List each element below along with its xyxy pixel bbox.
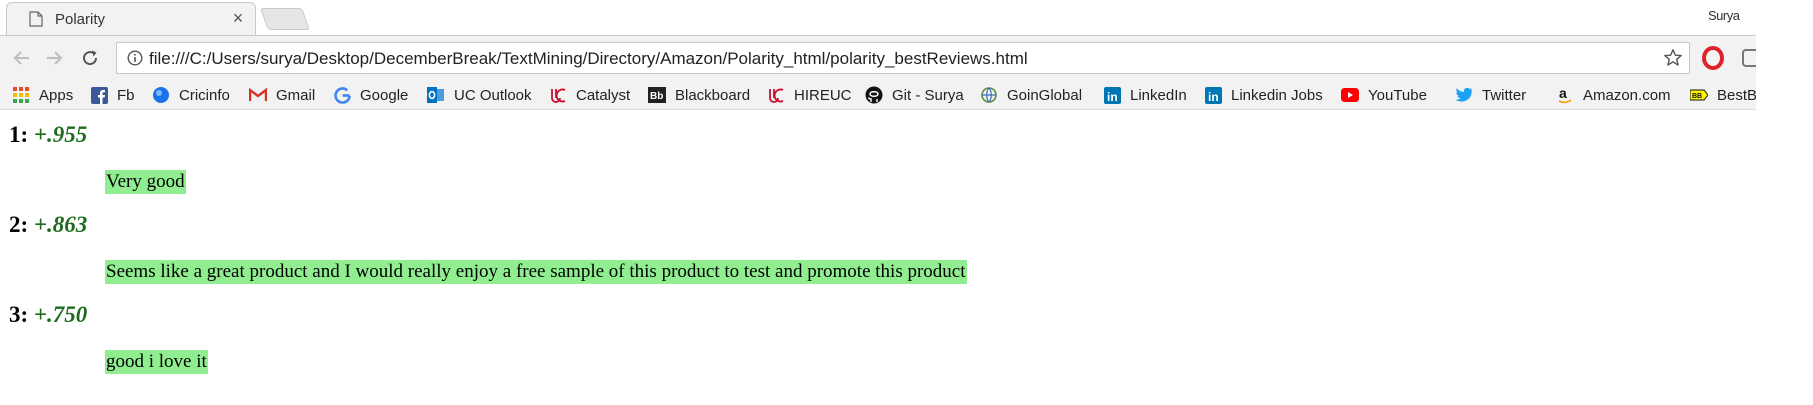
- review-score: +.955: [33, 122, 88, 147]
- tab-polarity[interactable]: Polarity ×: [6, 2, 256, 36]
- bookmark-youtube[interactable]: YouTube: [1341, 84, 1427, 106]
- bookmark-label: BestBuy: [1717, 86, 1756, 104]
- bookmark-label: Fb: [117, 86, 135, 104]
- bestbuy-icon: BB: [1690, 86, 1708, 104]
- forward-button[interactable]: [40, 44, 68, 72]
- arrow-right-icon: [47, 51, 63, 65]
- blackboard-icon: Bb: [648, 86, 666, 104]
- amazon-icon: a: [1556, 86, 1574, 104]
- svg-text:BB: BB: [1692, 93, 1702, 100]
- review-rank: 3:: [9, 302, 29, 327]
- info-icon[interactable]: [127, 50, 143, 66]
- github-icon: [865, 86, 883, 104]
- review-text: Very good: [105, 170, 186, 194]
- bookmark-twitter[interactable]: Twitter: [1455, 84, 1526, 106]
- page-content: 1: +.955 Very good 2: +.863 Seems like a…: [0, 110, 1813, 405]
- bookmark-label: LinkedIn: [1130, 86, 1187, 104]
- bookmark-label: Amazon.com: [1583, 86, 1671, 104]
- tab-strip: Polarity × Surya: [0, 0, 1756, 36]
- new-tab-button[interactable]: [259, 8, 311, 30]
- review-text: Seems like a great product and I would r…: [105, 260, 967, 284]
- toolbar: file:///C:/Users/surya/Desktop/DecemberB…: [0, 36, 1756, 80]
- svg-text:in: in: [1107, 90, 1118, 104]
- bookmarks-bar: Apps Fb Cricinfo Gmail Google UC Outlook…: [0, 80, 1756, 110]
- review-score: +.750: [33, 302, 88, 327]
- cricinfo-icon: [152, 86, 170, 104]
- bookmark-goinglobal[interactable]: GoinGlobal: [980, 84, 1082, 106]
- bookmark-git-surya[interactable]: Git - Surya: [865, 84, 964, 106]
- bookmark-label: Apps: [39, 86, 74, 104]
- bookmark-fb[interactable]: Fb: [90, 84, 135, 106]
- review-score: +.863: [33, 212, 88, 237]
- browser-window: Polarity × Surya file:///C:/Users/surya/…: [0, 0, 1813, 405]
- bookmark-label: UC Outlook: [454, 86, 532, 104]
- bookmark-label: Catalyst: [576, 86, 631, 104]
- bookmark-hireuc[interactable]: HIREUC: [767, 84, 852, 106]
- bookmark-catalyst[interactable]: Catalyst: [549, 84, 630, 106]
- apps-grid-icon: [12, 86, 30, 104]
- review-rank: 1:: [9, 122, 29, 147]
- facebook-icon: [90, 86, 108, 104]
- star-icon[interactable]: [1663, 48, 1683, 68]
- extension-icon[interactable]: [1742, 47, 1756, 69]
- bookmark-uc-outlook[interactable]: UC Outlook: [427, 84, 532, 106]
- bookmark-label: YouTube: [1368, 86, 1427, 104]
- review-text: good i love it: [105, 350, 208, 374]
- svg-text:in: in: [1208, 90, 1219, 104]
- youtube-icon: [1341, 86, 1359, 104]
- bookmark-amazon[interactable]: a Amazon.com: [1556, 84, 1671, 106]
- goinglobal-icon: [980, 86, 998, 104]
- bookmark-linkedin-jobs[interactable]: in Linkedin Jobs: [1204, 84, 1323, 106]
- address-bar[interactable]: file:///C:/Users/surya/Desktop/DecemberB…: [116, 42, 1690, 74]
- bookmark-label: Twitter: [1482, 86, 1527, 104]
- twitter-icon: [1455, 86, 1473, 104]
- bookmark-gmail[interactable]: Gmail: [249, 84, 315, 106]
- document-icon: [29, 11, 43, 27]
- uc-icon: [767, 86, 785, 104]
- bookmark-bestbuy[interactable]: BB BestBuy: [1690, 84, 1756, 106]
- bookmark-label: Git - Surya: [892, 86, 964, 104]
- bookmark-label: GoinGlobal: [1007, 86, 1083, 104]
- close-icon[interactable]: ×: [229, 9, 247, 27]
- back-button[interactable]: [8, 44, 36, 72]
- linkedin-icon: in: [1204, 86, 1222, 104]
- outlook-icon: [427, 86, 445, 104]
- bookmark-label: Google: [360, 86, 409, 104]
- reload-button[interactable]: [76, 44, 104, 72]
- svg-text:Bb: Bb: [650, 91, 663, 102]
- bookmark-label: Cricinfo: [179, 86, 230, 104]
- profile-name[interactable]: Surya: [1708, 8, 1740, 23]
- tab-title: Polarity: [55, 11, 106, 28]
- bookmark-label: Linkedin Jobs: [1231, 86, 1323, 104]
- bookmark-apps[interactable]: Apps: [12, 84, 73, 106]
- bookmark-label: Blackboard: [675, 86, 751, 104]
- review-heading: 1: +.955: [9, 122, 87, 148]
- google-icon: [333, 86, 351, 104]
- bookmark-linkedin[interactable]: in LinkedIn: [1103, 84, 1187, 106]
- review-heading: 3: +.750: [9, 302, 87, 328]
- review-rank: 2:: [9, 212, 29, 237]
- bookmark-blackboard[interactable]: Bb Blackboard: [648, 84, 750, 106]
- opera-icon[interactable]: [1702, 46, 1724, 70]
- review-heading: 2: +.863: [9, 212, 87, 238]
- bookmark-google[interactable]: Google: [333, 84, 408, 106]
- svg-text:a: a: [1559, 86, 1567, 101]
- url-text[interactable]: file:///C:/Users/surya/Desktop/DecemberB…: [149, 49, 1028, 69]
- bookmark-label: Gmail: [276, 86, 316, 104]
- arrow-left-icon: [13, 51, 29, 65]
- uc-icon: [549, 86, 567, 104]
- bookmark-label: HIREUC: [794, 86, 852, 104]
- gmail-icon: [249, 86, 267, 104]
- linkedin-icon: in: [1103, 86, 1121, 104]
- bookmark-cricinfo[interactable]: Cricinfo: [152, 84, 230, 106]
- reload-icon: [83, 50, 98, 66]
